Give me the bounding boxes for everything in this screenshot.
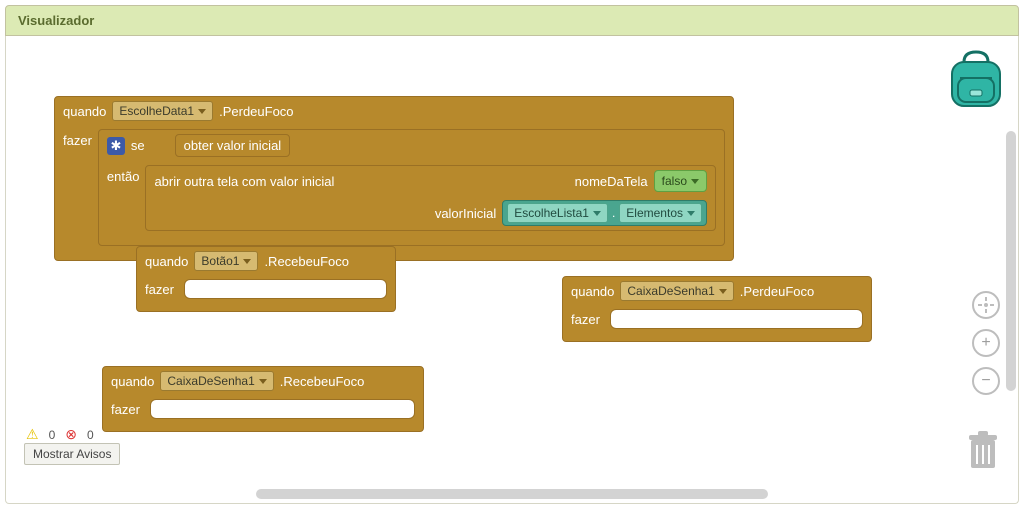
- zoom-in-button[interactable]: +: [972, 329, 1000, 357]
- keyword-quando: quando: [145, 254, 188, 269]
- event-name: .RecebeuFoco: [280, 374, 365, 389]
- teal-component-dropdown[interactable]: EscolheLista1: [507, 203, 608, 223]
- component-dropdown[interactable]: Botão1: [194, 251, 258, 271]
- teal-property-name: Elementos: [626, 206, 683, 220]
- teal-component-name: EscolheLista1: [514, 206, 589, 220]
- chevron-down-icon: [593, 211, 601, 216]
- trash-icon[interactable]: [966, 430, 1000, 473]
- component-dropdown[interactable]: CaixaDeSenha1: [620, 281, 733, 301]
- keyword-entao: então: [107, 165, 140, 184]
- warning-count: 0: [49, 428, 56, 442]
- show-warnings-label: Mostrar Avisos: [33, 447, 111, 461]
- keyword-quando: quando: [571, 284, 614, 299]
- chevron-down-icon: [719, 289, 727, 294]
- logic-false-block[interactable]: falso: [654, 170, 707, 192]
- status-bar: ⚠ 0 ⊗ 0: [26, 426, 94, 443]
- get-start-value-block[interactable]: obter valor inicial: [175, 134, 291, 157]
- warning-icon: ⚠: [26, 426, 39, 443]
- gear-icon[interactable]: ✱: [107, 137, 125, 155]
- empty-do-slot[interactable]: [150, 399, 415, 419]
- error-count: 0: [87, 428, 94, 442]
- keyword-fazer: fazer: [63, 129, 92, 148]
- keyword-fazer: fazer: [571, 312, 600, 327]
- zoom-out-button[interactable]: −: [972, 367, 1000, 395]
- empty-do-slot[interactable]: [610, 309, 863, 329]
- false-label: falso: [662, 174, 687, 188]
- arg-nomeDaTela: nomeDaTela: [575, 174, 648, 189]
- chevron-down-icon: [259, 379, 267, 384]
- component-name: CaixaDeSenha1: [627, 284, 714, 298]
- keyword-fazer: fazer: [145, 282, 174, 297]
- vertical-scroll-thumb[interactable]: [1006, 131, 1016, 391]
- component-dropdown[interactable]: EscolheData1: [112, 101, 213, 121]
- horizontal-scroll-thumb[interactable]: [256, 489, 768, 499]
- component-name: Botão1: [201, 254, 239, 268]
- error-icon: ⊗: [65, 426, 77, 443]
- blocks-canvas-outer: quando EscolheData1 .PerdeuFoco fazer ✱ …: [5, 36, 1019, 504]
- event-block-escolhedata-perdeufoco[interactable]: quando EscolheData1 .PerdeuFoco fazer ✱ …: [54, 96, 734, 261]
- event-name: .PerdeuFoco: [740, 284, 814, 299]
- horizontal-scrollbar[interactable]: [256, 489, 768, 499]
- panel-header: Visualizador: [5, 5, 1019, 36]
- chevron-down-icon: [198, 109, 206, 114]
- zoom-controls: + −: [972, 291, 1000, 395]
- chevron-down-icon: [243, 259, 251, 264]
- event-block-botao-recebeufoco[interactable]: quando Botão1 .RecebeuFoco fazer: [136, 246, 396, 312]
- keyword-se: se: [131, 138, 145, 153]
- show-warnings-button[interactable]: Mostrar Avisos: [24, 443, 120, 465]
- keyword-fazer: fazer: [111, 402, 140, 417]
- recenter-button[interactable]: [972, 291, 1000, 319]
- chevron-down-icon: [691, 179, 699, 184]
- event-name: .RecebeuFoco: [264, 254, 349, 269]
- backpack-icon[interactable]: [946, 48, 1006, 110]
- chevron-down-icon: [687, 211, 695, 216]
- if-block[interactable]: ✱ se obter valor inicial então: [98, 129, 725, 246]
- component-name: EscolheData1: [119, 104, 194, 118]
- open-screen-label: abrir outra tela com valor inicial: [154, 174, 334, 189]
- get-start-value-label: obter valor inicial: [184, 138, 282, 153]
- component-dropdown[interactable]: CaixaDeSenha1: [160, 371, 273, 391]
- event-block-caixadesenha-perdeufoco[interactable]: quando CaixaDeSenha1 .PerdeuFoco fazer: [562, 276, 872, 342]
- vertical-scrollbar[interactable]: [1006, 131, 1016, 473]
- arg-valorInicial: valorInicial: [435, 206, 496, 221]
- property-getter-block[interactable]: EscolheLista1 . Elementos: [502, 200, 707, 226]
- keyword-quando: quando: [63, 104, 106, 119]
- component-name: CaixaDeSenha1: [167, 374, 254, 388]
- blocks-canvas[interactable]: quando EscolheData1 .PerdeuFoco fazer ✱ …: [6, 36, 998, 483]
- empty-do-slot[interactable]: [184, 279, 387, 299]
- event-name: .PerdeuFoco: [219, 104, 293, 119]
- dot: .: [612, 206, 615, 220]
- teal-property-dropdown[interactable]: Elementos: [619, 203, 702, 223]
- event-block-caixadesenha-recebeufoco[interactable]: quando CaixaDeSenha1 .RecebeuFoco fazer: [102, 366, 424, 432]
- open-screen-block[interactable]: abrir outra tela com valor inicial nomeD…: [145, 165, 716, 231]
- panel-title: Visualizador: [18, 13, 94, 28]
- keyword-quando: quando: [111, 374, 154, 389]
